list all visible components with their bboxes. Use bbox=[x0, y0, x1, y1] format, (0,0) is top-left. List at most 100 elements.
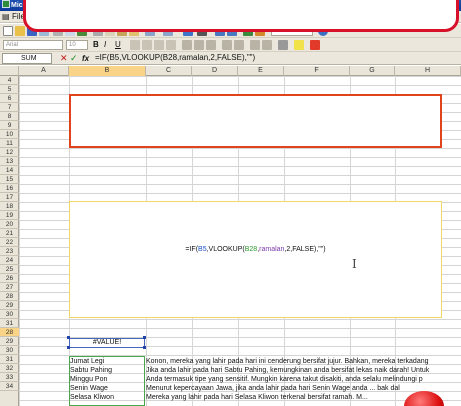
row-header[interactable]: 9 bbox=[0, 121, 19, 130]
row-header[interactable]: 5 bbox=[0, 85, 19, 94]
row-header[interactable]: 4 bbox=[0, 76, 19, 85]
row-header[interactable]: 14 bbox=[0, 166, 19, 175]
row-header[interactable]: 30 bbox=[0, 346, 19, 355]
insert-function-icon[interactable]: fx bbox=[82, 53, 89, 64]
row-header-selected[interactable]: 28 bbox=[0, 328, 19, 337]
row-header[interactable]: 33 bbox=[0, 373, 19, 382]
cancel-icon[interactable]: ✕ bbox=[60, 53, 68, 64]
doc-icon[interactable]: ▤ bbox=[2, 12, 10, 22]
column-header-a[interactable]: A bbox=[19, 66, 69, 76]
red-rectangle-shape[interactable] bbox=[69, 94, 442, 148]
row-header[interactable]: 13 bbox=[0, 157, 19, 166]
row-header[interactable]: 31 bbox=[0, 319, 19, 328]
font-size-select[interactable]: 10 bbox=[66, 40, 88, 50]
decrease-decimal-icon[interactable] bbox=[234, 40, 244, 50]
row-header[interactable]: 24 bbox=[0, 256, 19, 265]
enter-icon[interactable]: ✓ bbox=[70, 53, 78, 64]
row-header[interactable]: 29 bbox=[0, 301, 19, 310]
description-cell[interactable]: Jika anda lahir pada hari Sabtu Pahing, … bbox=[146, 366, 461, 375]
description-cell[interactable]: Menurut kepercayaan Jawa, jika anda lahi… bbox=[146, 384, 461, 393]
formula-part: =IF( bbox=[185, 246, 199, 253]
open-icon[interactable] bbox=[15, 26, 25, 36]
row-header[interactable]: 31 bbox=[0, 355, 19, 364]
row-header[interactable]: 29 bbox=[0, 337, 19, 346]
column-header-b[interactable]: B bbox=[69, 66, 146, 76]
font-color-icon[interactable] bbox=[310, 40, 320, 50]
decrease-indent-icon[interactable] bbox=[250, 40, 260, 50]
formula-part: ,2,FALSE),"") bbox=[284, 246, 326, 253]
row-header[interactable]: 26 bbox=[0, 274, 19, 283]
row-header[interactable]: 34 bbox=[0, 382, 19, 391]
column-header-f[interactable]: F bbox=[284, 66, 350, 76]
formula-part: ,VLOOKUP( bbox=[206, 246, 245, 253]
formula-ref-b28: B28 bbox=[244, 246, 258, 253]
row-header[interactable]: 7 bbox=[0, 103, 19, 112]
description-cell[interactable]: Anda termasuk tipe yang sensitif. Mungki… bbox=[146, 375, 461, 384]
row-header-bar: 4 5 6 7 8 9 10 11 12 13 14 15 16 17 18 1… bbox=[0, 76, 19, 406]
row-header[interactable]: 11 bbox=[0, 139, 19, 148]
table-row[interactable]: Jumat Legi Konon, mereka yang lahir pada… bbox=[69, 357, 461, 366]
increase-decimal-icon[interactable] bbox=[222, 40, 232, 50]
underline-icon[interactable]: U bbox=[115, 40, 125, 50]
row-header[interactable]: 6 bbox=[0, 94, 19, 103]
column-header-g[interactable]: G bbox=[350, 66, 395, 76]
row-header[interactable]: 17 bbox=[0, 193, 19, 202]
merge-center-icon[interactable] bbox=[166, 40, 176, 50]
row-header[interactable]: 19 bbox=[0, 211, 19, 220]
row-header[interactable]: 18 bbox=[0, 202, 19, 211]
row-header[interactable]: 8 bbox=[0, 112, 19, 121]
row-header[interactable]: 27 bbox=[0, 283, 19, 292]
fill-color-icon[interactable] bbox=[294, 40, 304, 50]
selected-cell-b28[interactable]: #VALUE! bbox=[69, 338, 145, 348]
table-row[interactable]: Sabtu Pahing Jika anda lahir pada hari S… bbox=[69, 366, 461, 375]
formula-display-shape[interactable]: =IF(B5,VLOOKUP(B28,ramalan,2,FALSE),"") bbox=[69, 201, 442, 318]
increase-indent-icon[interactable] bbox=[262, 40, 272, 50]
table-row[interactable]: Senin Wage Menurut kepercayaan Jawa, jik… bbox=[69, 384, 461, 393]
description-cell[interactable]: Konon, mereka yang lahir pada hari ini c… bbox=[146, 357, 461, 366]
column-header-e[interactable]: E bbox=[238, 66, 284, 76]
day-cell[interactable]: Jumat Legi bbox=[70, 357, 145, 366]
selection-handle[interactable] bbox=[143, 346, 146, 349]
column-header-c[interactable]: C bbox=[146, 66, 192, 76]
italic-icon[interactable]: I bbox=[104, 40, 114, 50]
row-header[interactable]: 32 bbox=[0, 364, 19, 373]
new-icon[interactable] bbox=[3, 26, 13, 36]
day-cell[interactable]: Senin Wage bbox=[70, 384, 145, 393]
selection-handle[interactable] bbox=[143, 336, 146, 339]
select-all-corner[interactable] bbox=[0, 66, 19, 76]
row-header[interactable]: 25 bbox=[0, 265, 19, 274]
row-header[interactable]: 28 bbox=[0, 292, 19, 301]
row-header[interactable]: 20 bbox=[0, 220, 19, 229]
callout-frame bbox=[23, 0, 459, 32]
currency-icon[interactable] bbox=[182, 40, 192, 50]
shape-formula-text: =IF(B5,VLOOKUP(B28,ramalan,2,FALSE),"") bbox=[70, 246, 441, 253]
row-header[interactable]: 15 bbox=[0, 175, 19, 184]
bold-icon[interactable]: B bbox=[93, 40, 103, 50]
font-name-select[interactable]: Arial bbox=[3, 40, 63, 50]
percent-icon[interactable] bbox=[194, 40, 204, 50]
column-header-d[interactable]: D bbox=[192, 66, 238, 76]
day-cell[interactable]: Sabtu Pahing bbox=[70, 366, 145, 375]
row-header[interactable]: 30 bbox=[0, 310, 19, 319]
align-right-icon[interactable] bbox=[154, 40, 164, 50]
day-cell[interactable]: Minggu Pon bbox=[70, 375, 145, 384]
day-cell[interactable]: Selasa Kliwon bbox=[70, 393, 145, 402]
table-row[interactable]: Minggu Pon Anda termasuk tipe yang sensi… bbox=[69, 375, 461, 384]
column-header-h[interactable]: H bbox=[395, 66, 461, 76]
row-header[interactable]: 23 bbox=[0, 247, 19, 256]
name-box[interactable]: SUM bbox=[2, 53, 52, 64]
row-header[interactable]: 22 bbox=[0, 238, 19, 247]
row-header[interactable]: 21 bbox=[0, 229, 19, 238]
row-header[interactable]: 16 bbox=[0, 184, 19, 193]
table-row[interactable]: Selasa Kliwon Mereka yang lahir pada har… bbox=[69, 393, 461, 402]
align-center-icon[interactable] bbox=[142, 40, 152, 50]
selection-handle[interactable] bbox=[67, 336, 70, 339]
row-header[interactable]: 10 bbox=[0, 130, 19, 139]
text-cursor-icon: I bbox=[352, 257, 357, 271]
row-header[interactable]: 12 bbox=[0, 148, 19, 157]
formula-input[interactable]: =IF(B5,VLOOKUP(B28,ramalan,2,FALSE),"") bbox=[95, 52, 461, 64]
borders-icon[interactable] bbox=[278, 40, 288, 50]
selection-handle[interactable] bbox=[67, 346, 70, 349]
align-left-icon[interactable] bbox=[130, 40, 140, 50]
comma-style-icon[interactable] bbox=[206, 40, 216, 50]
